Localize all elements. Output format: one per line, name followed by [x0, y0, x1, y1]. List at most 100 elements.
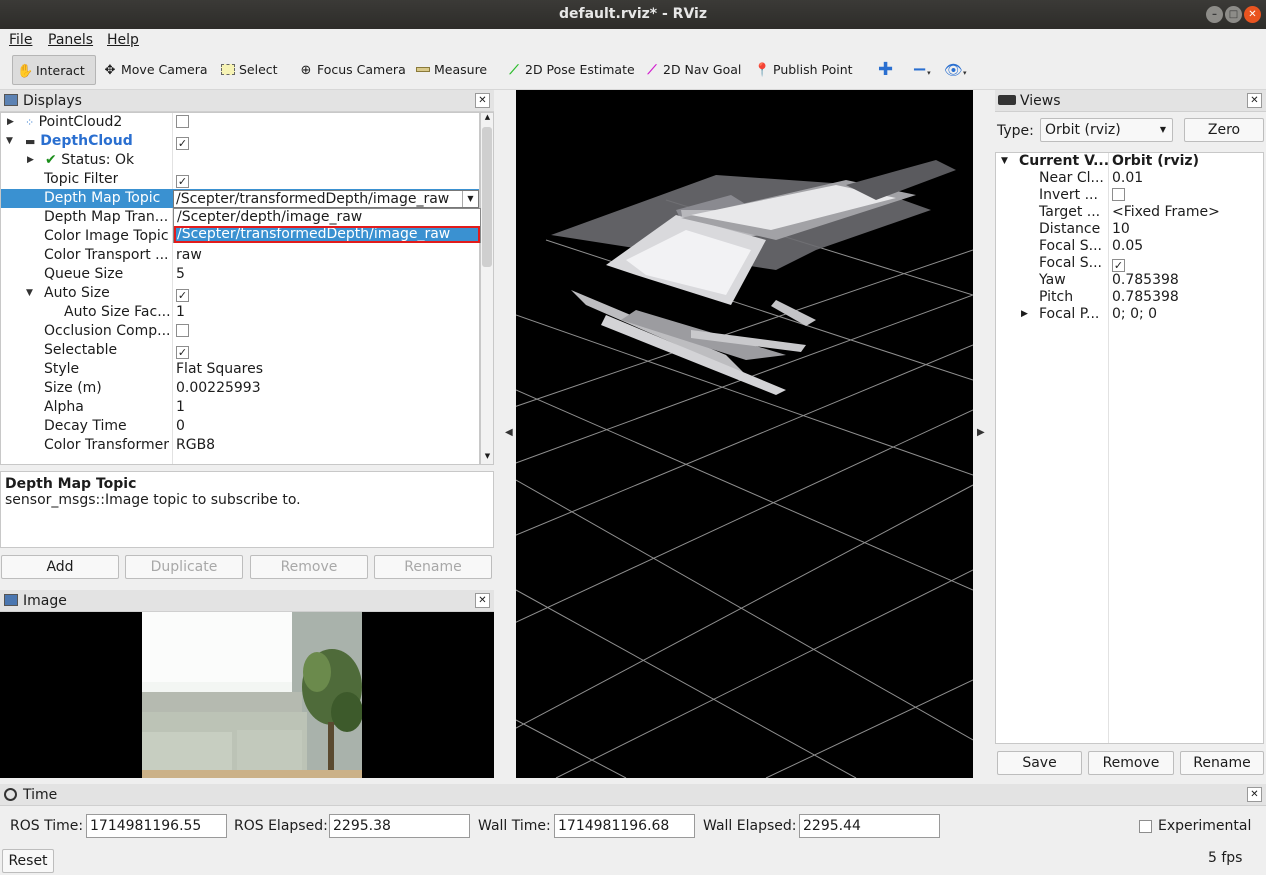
close-window-button[interactable]: ✕: [1244, 6, 1261, 23]
tree-row-status[interactable]: ▶ ✔ Status: Ok: [1, 151, 479, 170]
experimental-checkbox[interactable]: [1139, 820, 1152, 833]
ros-elapsed-field[interactable]: 2295.38: [329, 814, 470, 838]
tree-row-alpha[interactable]: Alpha 1: [1, 398, 479, 417]
focus-camera-tool-button[interactable]: ⊕ Focus Camera: [298, 55, 406, 85]
tree-row-auto-size[interactable]: ▼ Auto Size ✓: [1, 284, 479, 303]
tree-row-color-transport[interactable]: Color Transport ... raw: [1, 246, 479, 265]
image-panel-close-icon[interactable]: ✕: [475, 593, 490, 608]
menu-help[interactable]: Help: [107, 32, 139, 48]
measure-tool-button[interactable]: Measure: [415, 55, 487, 85]
monitor-icon: [4, 94, 18, 106]
displays-scrollbar[interactable]: ▲ ▼: [480, 112, 494, 465]
right-splitter-arrow-icon[interactable]: ▶: [977, 427, 985, 438]
view-row-yaw[interactable]: Yaw 0.785398: [996, 272, 1263, 289]
scroll-up-icon[interactable]: ▲: [482, 113, 493, 125]
row-label: Color Transport ...: [44, 247, 169, 263]
ros-time-field[interactable]: 1714981196.55: [86, 814, 227, 838]
render-3d-view[interactable]: [516, 90, 973, 778]
row-label: Alpha: [44, 399, 84, 415]
wall-time-field[interactable]: 1714981196.68: [554, 814, 695, 838]
wall-elapsed-field[interactable]: 2295.44: [799, 814, 940, 838]
interact-tool-button[interactable]: ✋ Interact: [12, 55, 96, 85]
view-row-distance[interactable]: Distance 10: [996, 221, 1263, 238]
views-close-icon[interactable]: ✕: [1247, 93, 1262, 108]
publish-point-tool-button[interactable]: 📍 Publish Point: [754, 55, 853, 85]
invert-checkbox[interactable]: [1112, 188, 1125, 201]
depthcloud-checkbox[interactable]: ✓: [176, 137, 189, 150]
occlusion-checkbox[interactable]: [176, 324, 189, 337]
grid-and-pointcloud: [516, 160, 973, 778]
tree-row-style[interactable]: Style Flat Squares: [1, 360, 479, 379]
view-row-focal-shape-fixed[interactable]: Focal S... ✓: [996, 255, 1263, 272]
menu-panels[interactable]: Panels: [48, 32, 93, 48]
auto-size-checkbox[interactable]: ✓: [176, 289, 189, 302]
view-row-focal-point[interactable]: ▶ Focal P... 0; 0; 0: [996, 306, 1263, 323]
left-splitter-arrow-icon[interactable]: ◀: [505, 427, 513, 438]
remove-tool-button[interactable]: −▾: [912, 55, 931, 85]
tree-row-topic-filter[interactable]: Topic Filter ✓: [1, 170, 479, 189]
reset-button[interactable]: Reset: [2, 849, 54, 873]
tree-row-auto-size-factor[interactable]: Auto Size Fac... 1: [1, 303, 479, 322]
camera-image-view: [0, 612, 494, 778]
view-row-invert[interactable]: Invert ...: [996, 187, 1263, 204]
pointcloud2-checkbox[interactable]: [176, 115, 189, 128]
chevron-down-icon[interactable]: ▼: [462, 191, 478, 207]
menu-file[interactable]: File: [9, 32, 32, 48]
select-tool-button[interactable]: Select: [220, 55, 278, 85]
description-title: Depth Map Topic: [5, 476, 137, 492]
add-tool-button[interactable]: ✚: [878, 55, 893, 85]
view-row-current-view[interactable]: ▼ Current V... Orbit (rviz): [996, 153, 1263, 170]
view-type-value: Orbit (rviz): [1045, 122, 1121, 138]
remove-view-button[interactable]: Remove: [1088, 751, 1174, 775]
selectable-checkbox[interactable]: ✓: [176, 346, 189, 359]
collapse-arrow-icon[interactable]: ▼: [6, 132, 13, 151]
rename-display-button[interactable]: Rename: [374, 555, 492, 579]
scroll-down-icon[interactable]: ▼: [482, 452, 493, 464]
dropdown-option-depth[interactable]: /Scepter/depth/image_raw: [174, 209, 480, 226]
topic-filter-checkbox[interactable]: ✓: [176, 175, 189, 188]
row-value: 1: [176, 399, 185, 415]
view-row-pitch[interactable]: Pitch 0.785398: [996, 289, 1263, 306]
panel-visibility-button[interactable]: 👁▾: [944, 55, 967, 85]
duplicate-display-button[interactable]: Duplicate: [125, 555, 243, 579]
tree-row-size[interactable]: Size (m) 0.00225993: [1, 379, 479, 398]
views-panel: Views ✕ Type: Orbit (rviz) ▼ Zero ▼ Curr…: [995, 90, 1266, 778]
expand-arrow-icon[interactable]: ▶: [27, 151, 34, 170]
zero-button[interactable]: Zero: [1184, 118, 1264, 142]
2d-nav-goal-tool-button[interactable]: ⟋ 2D Nav Goal: [644, 55, 741, 85]
tree-row-depthcloud[interactable]: ▼ ▬ DepthCloud ✓: [1, 132, 479, 151]
move-camera-tool-button[interactable]: ✥ Move Camera: [102, 55, 208, 85]
expand-arrow-icon[interactable]: ▶: [7, 113, 14, 132]
view-row-near-clip[interactable]: Near Cl... 0.01: [996, 170, 1263, 187]
wall-elapsed-label: Wall Elapsed:: [703, 818, 797, 834]
select-label: Select: [239, 62, 278, 77]
maximize-button[interactable]: □: [1225, 6, 1242, 23]
tree-row-decay-time[interactable]: Decay Time 0: [1, 417, 479, 436]
save-view-button[interactable]: Save: [997, 751, 1082, 775]
scroll-thumb[interactable]: [482, 127, 492, 267]
add-display-button[interactable]: Add: [1, 555, 119, 579]
expand-arrow-icon[interactable]: ▶: [1021, 306, 1028, 323]
tree-row-queue-size[interactable]: Queue Size 5: [1, 265, 479, 284]
depth-map-topic-combo[interactable]: /Scepter/transformedDepth/image_raw ▼: [173, 190, 479, 208]
remove-display-button[interactable]: Remove: [250, 555, 368, 579]
2d-pose-estimate-tool-button[interactable]: ⟋ 2D Pose Estimate: [506, 55, 634, 85]
focal-shape-checkbox[interactable]: ✓: [1112, 259, 1125, 272]
view-row-focal-shape-size[interactable]: Focal S... 0.05: [996, 238, 1263, 255]
tree-row-pointcloud2[interactable]: ▶ ⁘ PointCloud2: [1, 113, 479, 132]
tree-row-color-transformer[interactable]: Color Transformer RGB8: [1, 436, 479, 455]
tree-row-selectable[interactable]: Selectable ✓: [1, 341, 479, 360]
view-type-select[interactable]: Orbit (rviz) ▼: [1040, 118, 1173, 142]
collapse-arrow-icon[interactable]: ▼: [1001, 153, 1008, 170]
view-row-target-frame[interactable]: Target ... <Fixed Frame>: [996, 204, 1263, 221]
rename-view-button[interactable]: Rename: [1180, 751, 1264, 775]
tree-row-occlusion[interactable]: Occlusion Comp...: [1, 322, 479, 341]
map-pin-icon: 📍: [754, 63, 771, 78]
collapse-arrow-icon[interactable]: ▼: [26, 284, 33, 303]
displays-close-icon[interactable]: ✕: [475, 93, 490, 108]
experimental-label: Experimental: [1158, 818, 1252, 834]
time-close-icon[interactable]: ✕: [1247, 787, 1262, 802]
minimize-button[interactable]: –: [1206, 6, 1223, 23]
view-properties-tree: ▼ Current V... Orbit (rviz) Near Cl... 0…: [995, 152, 1264, 744]
dropdown-option-transformed-depth[interactable]: /Scepter/transformedDepth/image_raw: [174, 226, 480, 243]
